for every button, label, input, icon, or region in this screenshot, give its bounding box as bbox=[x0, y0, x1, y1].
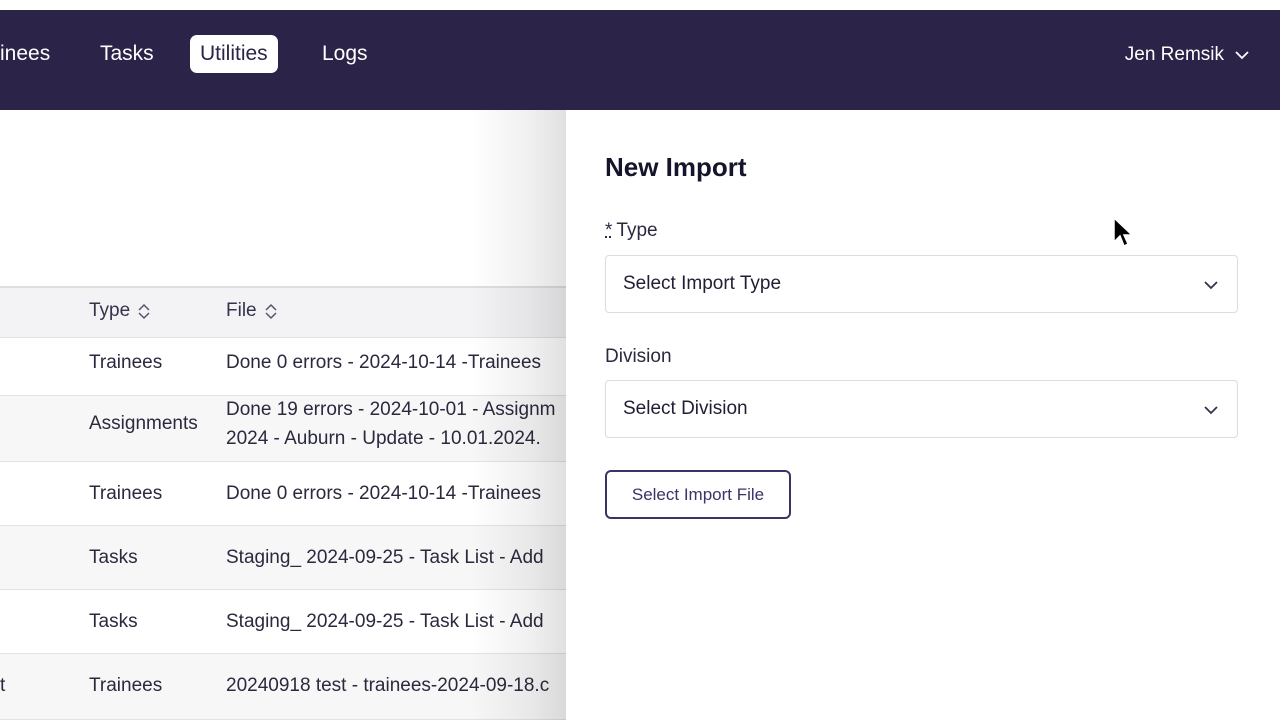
row-type: Tasks bbox=[89, 611, 138, 632]
row-file[interactable]: Done 19 errors - 2024-10-01 - Assignm bbox=[226, 399, 566, 421]
row-type: Trainees bbox=[89, 352, 163, 373]
table-row[interactable]: Tasks Staging_ 2024-09-25 - Task List - … bbox=[0, 526, 566, 590]
imports-table-area: Type File Trainees Done 0 errors - 2024-… bbox=[0, 110, 566, 720]
table-row[interactable]: Trainees Done 0 errors - 2024-10-14 -Tra… bbox=[0, 462, 566, 526]
column-header-type[interactable]: Type bbox=[89, 300, 150, 322]
user-name: Jen Remsik bbox=[1124, 44, 1224, 65]
sort-updown-icon[interactable] bbox=[265, 303, 277, 320]
row-name-edge: t bbox=[0, 675, 6, 696]
row-file[interactable]: 20240918 test - trainees-2024-09-18.c bbox=[226, 675, 566, 697]
sort-updown-icon[interactable] bbox=[138, 303, 150, 320]
chevron-down-icon bbox=[1204, 406, 1218, 415]
column-header-label: File bbox=[226, 300, 257, 321]
top-navbar: inees Tasks Utilities Logs Jen Remsik bbox=[0, 10, 1280, 110]
mouse-pointer-icon bbox=[1113, 216, 1134, 248]
import-type-select-value: Select Import Type bbox=[623, 273, 782, 294]
user-menu[interactable]: Jen Remsik bbox=[1125, 44, 1250, 66]
division-field-label: Division bbox=[605, 346, 672, 367]
chevron-down-icon bbox=[1235, 51, 1249, 60]
type-field-label: * Type bbox=[605, 220, 658, 242]
column-header-label: Type bbox=[89, 300, 131, 321]
nav-utilities[interactable]: Utilities bbox=[190, 35, 278, 73]
nav-tasks[interactable]: Tasks bbox=[90, 35, 164, 73]
new-import-drawer: New Import * Type Select Import Type Divi… bbox=[566, 110, 1280, 720]
panel-title: New Import bbox=[605, 152, 747, 182]
required-mark: * bbox=[605, 220, 613, 241]
row-file[interactable]: Done 0 errors - 2024-10-14 -Trainees bbox=[226, 483, 566, 505]
row-file-line-2[interactable]: 2024 - Auburn - Update - 10.01.2024. bbox=[226, 428, 566, 450]
chevron-down-icon bbox=[1204, 281, 1218, 290]
table-row[interactable]: t Trainees 20240918 test - trainees-2024… bbox=[0, 654, 566, 720]
table-row[interactable]: Trainees Done 0 errors - 2024-10-14 -Tra… bbox=[0, 338, 566, 396]
column-header-file[interactable]: File bbox=[226, 300, 277, 322]
row-file[interactable]: Done 0 errors - 2024-10-14 -Trainees bbox=[226, 352, 566, 374]
division-select-value: Select Division bbox=[623, 398, 748, 419]
table-header: Type File bbox=[0, 286, 566, 338]
row-type: Assignments bbox=[89, 413, 198, 434]
row-file[interactable]: Staging_ 2024-09-25 - Task List - Add bbox=[226, 547, 566, 569]
row-type: Tasks bbox=[89, 547, 138, 568]
table-row[interactable]: Tasks Staging_ 2024-09-25 - Task List - … bbox=[0, 590, 566, 654]
table-row[interactable]: Assignments Done 19 errors - 2024-10-01 … bbox=[0, 396, 566, 462]
division-select[interactable]: Select Division bbox=[605, 380, 1238, 438]
type-label-text: Type bbox=[616, 220, 658, 241]
select-import-file-button[interactable]: Select Import File bbox=[605, 470, 791, 519]
nav-logs[interactable]: Logs bbox=[312, 35, 378, 73]
import-type-select[interactable]: Select Import Type bbox=[605, 255, 1238, 313]
nav-trainees[interactable]: inees bbox=[0, 35, 60, 73]
row-type: Trainees bbox=[89, 483, 163, 504]
row-file[interactable]: Staging_ 2024-09-25 - Task List - Add bbox=[226, 611, 566, 633]
row-type: Trainees bbox=[89, 675, 163, 696]
top-strip bbox=[0, 0, 1280, 10]
